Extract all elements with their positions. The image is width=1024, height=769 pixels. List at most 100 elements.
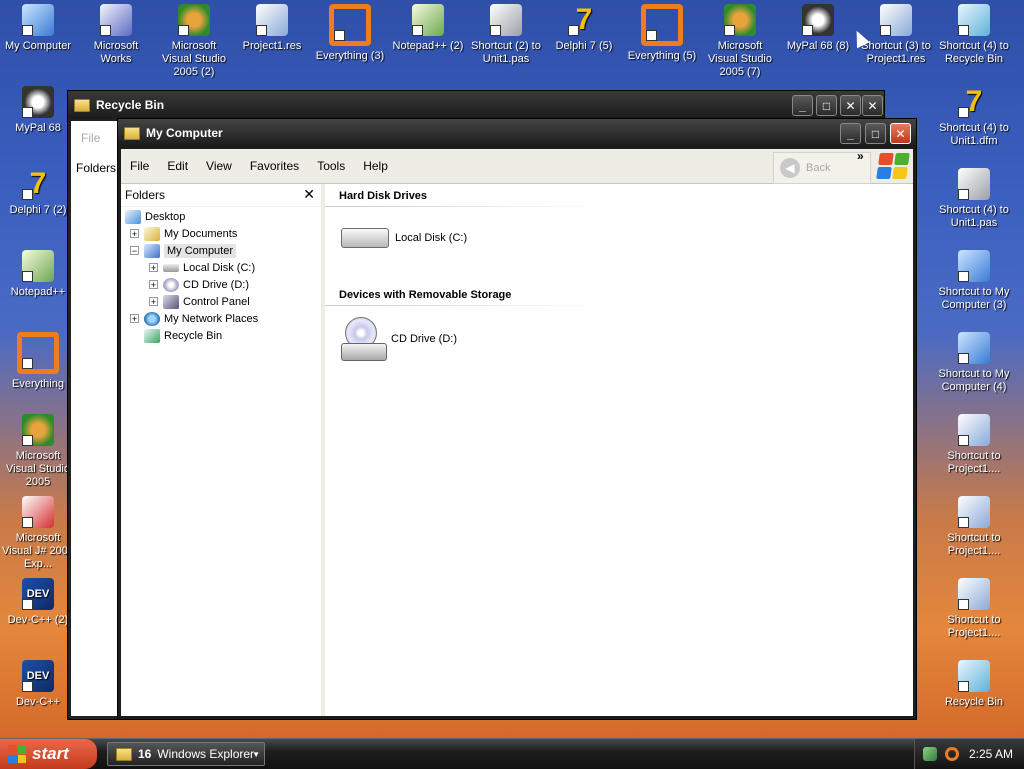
desktop-icon-shortcut-my-computer-3[interactable]: Shortcut to My Computer (3) <box>936 250 1012 312</box>
desktop-icon-label: MyPal 68 <box>15 122 61 134</box>
tree-item-network-places[interactable]: + My Network Places <box>130 310 258 327</box>
desktop-icon-label: Microsoft Visual Studio 2005 (7) <box>707 40 772 78</box>
tree-item-local-disk[interactable]: + Local Disk (C:) <box>149 259 255 276</box>
drive-cd-d[interactable]: CD Drive (D:) <box>341 317 457 361</box>
tree-item-control-panel[interactable]: + Control Panel <box>149 293 250 310</box>
desktop-icon-shortcut-my-computer-4[interactable]: Shortcut to My Computer (4) <box>936 332 1012 394</box>
desktop-icon-label: Shortcut to Project1.... <box>947 450 1001 475</box>
folder-icon <box>116 747 132 761</box>
recycle-bin-icon <box>144 328 160 343</box>
toolbar-chevron-icon[interactable]: » <box>857 149 864 163</box>
desktop-icon-delphi-5[interactable]: 7 Delphi 7 (5) <box>546 4 622 53</box>
desktop-icon-microsoft-works[interactable]: Microsoft Works <box>78 4 154 66</box>
rb-maximize-button[interactable]: □ <box>816 95 837 116</box>
tree-item-my-documents[interactable]: + My Documents <box>130 225 237 242</box>
desktop-icon-shortcut-unit1-dfm[interactable]: 7 Shortcut (4) to Unit1.dfm <box>936 86 1012 148</box>
desktop-icon-label: Shortcut (4) to Unit1.dfm <box>939 122 1009 147</box>
rb-close-button[interactable]: ✕ <box>840 95 861 116</box>
project-file-icon <box>958 578 990 610</box>
desktop-icon-shortcut-project1-a[interactable]: Shortcut to Project1.... <box>936 414 1012 476</box>
tree-item-cd-drive[interactable]: + CD Drive (D:) <box>149 276 249 293</box>
desktop-icon-visual-studio[interactable]: Microsoft Visual Studio 2005 <box>0 414 76 489</box>
minimize-button[interactable]: _ <box>840 123 861 144</box>
desktop-icon-label: Microsoft Visual Studio 2005 (2) <box>161 40 226 78</box>
expand-icon[interactable]: + <box>149 263 158 273</box>
menu-help[interactable]: Help <box>354 159 397 173</box>
taskbar-group-windows-explorer[interactable]: 16 Windows Explorer ▼ <box>107 742 265 766</box>
computer-icon <box>958 332 990 364</box>
collapse-icon[interactable]: − <box>130 246 139 256</box>
desktop-icon-label: Shortcut to Project1.... <box>947 532 1001 557</box>
my-computer-window[interactable]: My Computer _ □ ✕ File Edit View Favorit… <box>117 118 917 720</box>
visual-studio-icon <box>178 4 210 36</box>
desktop-icon-shortcut-recycle-bin[interactable]: Shortcut (4) to Recycle Bin <box>936 4 1012 66</box>
desktop-icon-shortcut-project1-res[interactable]: Shortcut (3) to Project1.res <box>858 4 934 66</box>
desktop-icon-everything[interactable]: Everything <box>0 332 76 391</box>
menu-file[interactable]: File <box>121 159 158 173</box>
desktop-icon-mypal[interactable]: MyPal 68 <box>0 86 76 135</box>
tree-item-label: Control Panel <box>183 295 250 308</box>
menu-tools[interactable]: Tools <box>308 159 354 173</box>
desktop-icon-label: Recycle Bin <box>944 696 1004 708</box>
my-computer-client: File Edit View Favorites Tools Help ◀ Ba… <box>121 149 913 716</box>
network-tray-icon[interactable] <box>923 747 937 761</box>
mypal-icon <box>802 4 834 36</box>
desktop-icon-label: Shortcut (3) to Project1.res <box>861 40 931 65</box>
delphi-icon: 7 <box>958 86 990 118</box>
desktop-icon-shortcut-project1-b[interactable]: Shortcut to Project1.... <box>936 496 1012 558</box>
desktop-icon-visual-j[interactable]: Microsoft Visual J# 2005 Exp... <box>0 496 76 571</box>
tree-item-my-computer[interactable]: − My Computer <box>130 242 237 259</box>
computer-icon <box>958 250 990 282</box>
folders-pane-title: Folders <box>125 188 166 202</box>
everything-icon <box>329 4 371 46</box>
clock[interactable]: 2:25 AM <box>969 747 1013 761</box>
menu-edit[interactable]: Edit <box>158 159 197 173</box>
windows-logo-icon <box>876 153 910 179</box>
everything-tray-icon[interactable] <box>945 747 959 761</box>
rb-menu-file[interactable]: File <box>81 131 100 145</box>
section-divider <box>325 206 605 207</box>
tree-item-recycle-bin[interactable]: Recycle Bin <box>144 327 222 344</box>
desktop-icon-devcpp[interactable]: DEV Dev-C++ <box>0 660 76 709</box>
visual-studio-icon <box>22 414 54 446</box>
desktop-icon-visual-studio-7[interactable]: Microsoft Visual Studio 2005 (7) <box>702 4 778 79</box>
desktop-icon-notepadpp[interactable]: Notepad++ <box>0 250 76 299</box>
expand-icon[interactable]: + <box>149 297 158 307</box>
start-button[interactable]: start <box>0 739 97 769</box>
desktop-icon-delphi-2[interactable]: 7 Delphi 7 (2) <box>0 168 76 217</box>
network-places-icon <box>144 311 160 326</box>
desktop-icon-visual-studio-2[interactable]: Microsoft Visual Studio 2005 (2) <box>156 4 232 79</box>
desktop-icon-recycle-bin[interactable]: Recycle Bin <box>936 660 1012 709</box>
expand-icon[interactable]: + <box>130 229 139 239</box>
rb-close-button-2[interactable]: ✕ <box>862 95 883 116</box>
desktop-icon-mypal-8[interactable]: MyPal 68 (8) <box>780 4 856 53</box>
tree-item-desktop[interactable]: Desktop <box>125 208 185 225</box>
menu-favorites[interactable]: Favorites <box>241 159 308 173</box>
desktop-icon-project1-res[interactable]: Project1.res <box>234 4 310 53</box>
res-file-icon <box>256 4 288 36</box>
mypal-icon <box>22 86 54 118</box>
desktop-icon-label: Microsoft Works <box>93 40 139 65</box>
my-computer-titlebar[interactable]: My Computer _ □ ✕ <box>118 119 916 147</box>
desktop-icon-everything-5[interactable]: Everything (5) <box>624 4 700 63</box>
desktop-icon-shortcut-project1-c[interactable]: Shortcut to Project1.... <box>936 578 1012 640</box>
close-button[interactable]: ✕ <box>890 123 911 144</box>
pas-file-icon <box>490 4 522 36</box>
folder-icon <box>74 98 90 112</box>
desktop-icon-shortcut-4-unit1-pas[interactable]: Shortcut (4) to Unit1.pas <box>936 168 1012 230</box>
desktop-icon-everything-3[interactable]: Everything (3) <box>312 4 388 63</box>
recycle-bin-titlebar[interactable]: Recycle Bin _ □ ✕ ✕ <box>68 91 884 119</box>
desktop-icon-my-computer[interactable]: My Computer <box>0 4 76 53</box>
drive-local-disk-c[interactable]: Local Disk (C:) <box>341 228 467 248</box>
pas-file-icon <box>958 168 990 200</box>
desktop-icon-shortcut-unit1-pas[interactable]: Shortcut (2) to Unit1.pas <box>468 4 544 66</box>
expand-icon[interactable]: + <box>149 280 158 290</box>
folders-pane-close-icon[interactable]: ✕ <box>303 186 315 203</box>
desktop-icon-devcpp-2[interactable]: DEV Dev-C++ (2) <box>0 578 76 627</box>
rb-minimize-button[interactable]: _ <box>792 95 813 116</box>
desktop-icon-label: Shortcut (2) to Unit1.pas <box>471 40 541 65</box>
desktop-icon-notepadpp-2[interactable]: Notepad++ (2) <box>390 4 466 53</box>
expand-icon[interactable]: + <box>130 314 139 324</box>
maximize-button[interactable]: □ <box>865 123 886 144</box>
menu-view[interactable]: View <box>197 159 241 173</box>
